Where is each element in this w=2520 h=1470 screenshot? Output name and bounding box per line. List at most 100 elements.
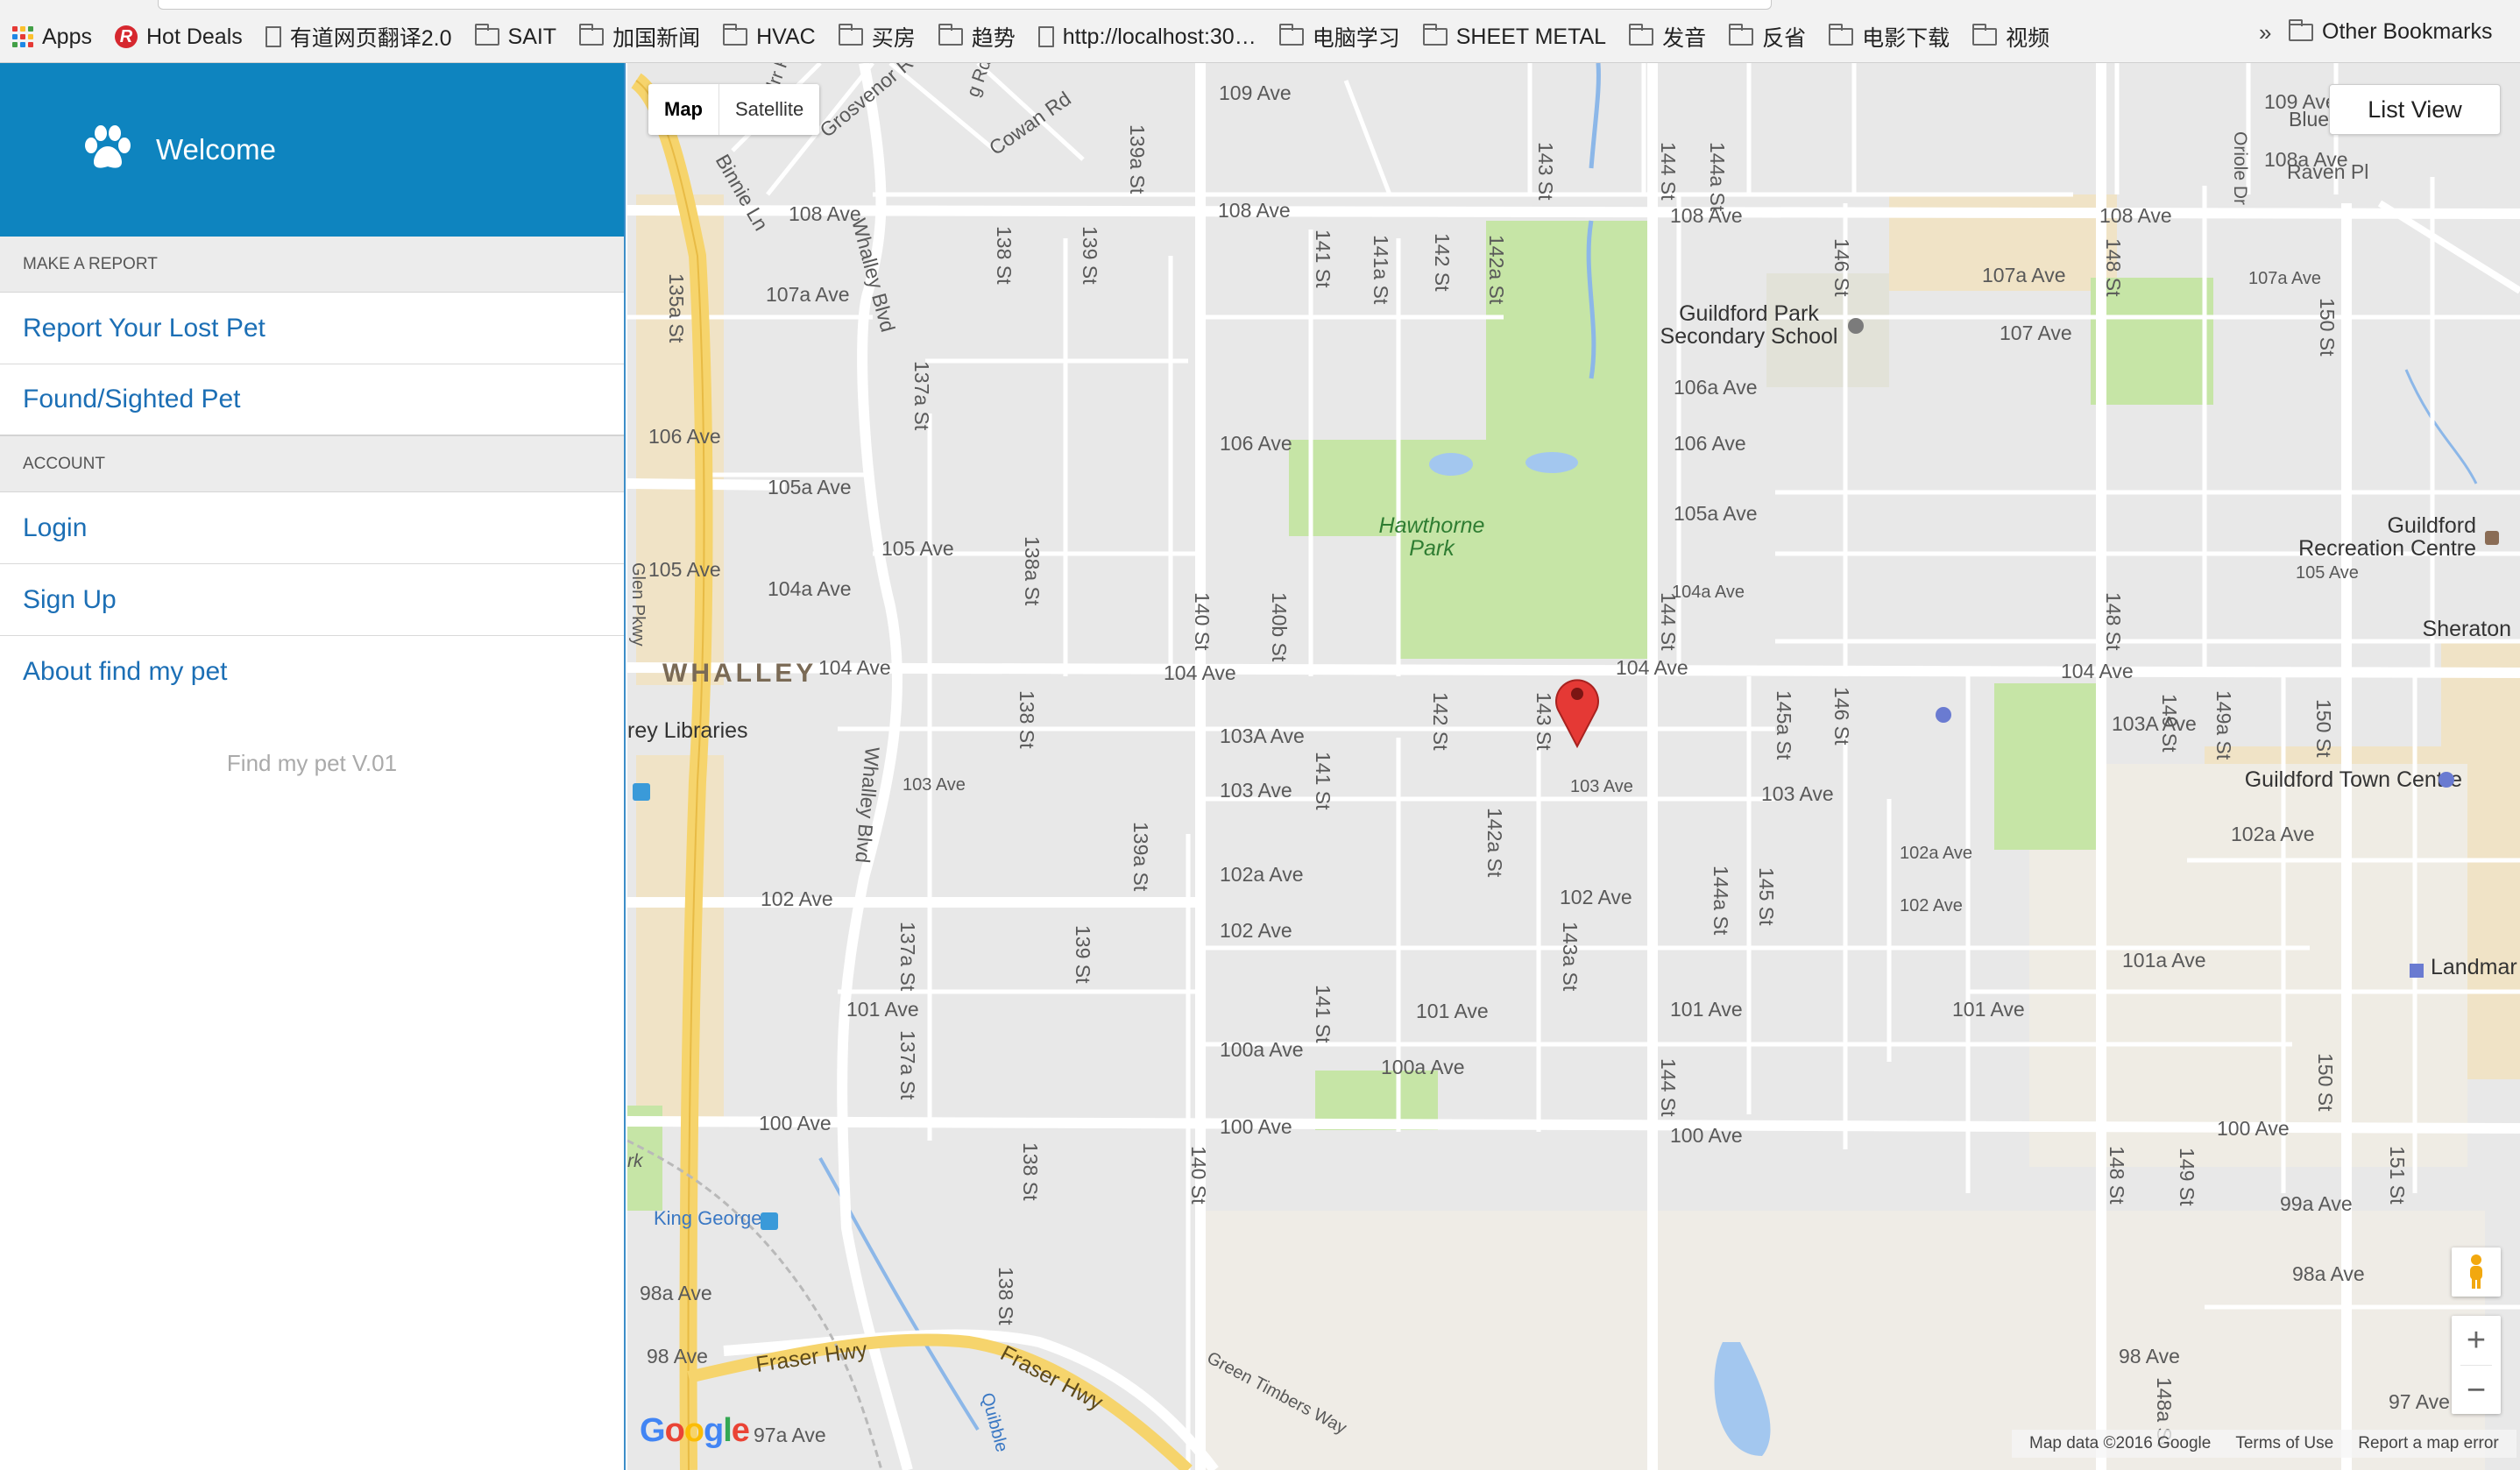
bookmark-apps[interactable]: Apps <box>12 25 92 50</box>
svg-text:100a Ave: 100a Ave <box>1220 1038 1304 1061</box>
svg-text:107 Ave: 107 Ave <box>2000 322 2072 344</box>
svg-text:141 St: 141 St <box>1312 985 1334 1043</box>
svg-text:143 St: 143 St <box>1533 692 1555 751</box>
svg-text:98a Ave: 98a Ave <box>2292 1262 2365 1285</box>
folder-icon <box>1829 24 1854 46</box>
bookmark-folder-video[interactable]: 视频 <box>1972 21 2049 53</box>
svg-text:Hawthorne: Hawthorne <box>1379 513 1485 538</box>
bookmark-hot-deals[interactable]: R Hot Deals <box>114 25 243 50</box>
svg-text:135a St: 135a St <box>665 273 688 343</box>
svg-text:141 St: 141 St <box>1312 752 1334 810</box>
bookmark-label: Apps <box>42 24 92 49</box>
svg-text:140 St: 140 St <box>1191 592 1214 651</box>
bookmark-youdao[interactable]: 有道网页翻译2.0 <box>265 21 452 53</box>
section-make-a-report: MAKE A REPORT <box>0 237 624 293</box>
svg-text:140 St: 140 St <box>1187 1146 1210 1205</box>
menu-found-sighted-pet[interactable]: Found/Sighted Pet <box>0 364 624 436</box>
svg-text:98 Ave: 98 Ave <box>647 1345 708 1368</box>
other-bookmarks-label: Other Bookmarks <box>2322 19 2493 44</box>
svg-text:148 St: 148 St <box>2102 592 2125 651</box>
zoom-in-button[interactable]: + <box>2452 1316 2501 1365</box>
svg-text:103 Ave: 103 Ave <box>1220 779 1292 802</box>
svg-text:105a Ave: 105a Ave <box>1674 502 1758 525</box>
menu-about[interactable]: About find my pet <box>0 636 624 708</box>
svg-text:103 Ave: 103 Ave <box>1570 777 1633 796</box>
svg-text:144 St: 144 St <box>1657 592 1680 651</box>
svg-text:142 St: 142 St <box>1431 233 1454 292</box>
bookmark-folder-pronounce[interactable]: 发音 <box>1629 21 1706 53</box>
bookmark-folder-trends[interactable]: 趋势 <box>938 21 1016 53</box>
bookmark-label: SAIT <box>507 24 557 49</box>
svg-text:Sheraton: Sheraton <box>2423 617 2511 641</box>
folder-icon <box>1278 24 1304 46</box>
svg-text:144a St: 144a St <box>1706 142 1729 212</box>
logo-letter: l <box>723 1412 733 1449</box>
recreation-icon <box>2485 531 2499 545</box>
menu-sign-up[interactable]: Sign Up <box>0 564 624 636</box>
terms-of-use-link[interactable]: Terms of Use <box>2235 1434 2333 1453</box>
report-map-error-link[interactable]: Report a map error <box>2358 1434 2499 1453</box>
bookmark-folder-computer[interactable]: 电脑学习 <box>1278 21 1400 53</box>
section-account: ACCOUNT <box>0 436 624 492</box>
svg-text:139 St: 139 St <box>1079 226 1101 285</box>
map-type-satellite-button[interactable]: Satellite <box>719 84 819 135</box>
folder-icon <box>1729 24 1754 46</box>
bookmark-folder-movies[interactable]: 电影下载 <box>1829 21 1950 53</box>
commercial-area <box>636 755 724 1123</box>
shopping-mall-icon <box>2439 772 2454 788</box>
svg-text:Park: Park <box>1409 536 1455 561</box>
svg-text:102a Ave: 102a Ave <box>1900 844 1972 863</box>
svg-text:104a Ave: 104a Ave <box>1672 583 1745 602</box>
svg-text:108 Ave: 108 Ave <box>1218 199 1291 222</box>
svg-text:101a Ave: 101a Ave <box>2122 949 2206 972</box>
list-view-button[interactable]: List View <box>2329 84 2501 135</box>
sidebar: Welcome MAKE A REPORT Report Your Lost P… <box>0 63 626 1470</box>
bookmark-folder-sheet-metal[interactable]: SHEET METAL <box>1422 24 1606 50</box>
svg-text:101 Ave: 101 Ave <box>1416 1000 1489 1022</box>
other-bookmarks[interactable]: Other Bookmarks <box>2289 18 2493 45</box>
svg-text:146 St: 146 St <box>1830 687 1853 746</box>
google-logo[interactable]: Google <box>640 1412 750 1450</box>
svg-text:150 St: 150 St <box>2316 298 2339 357</box>
svg-text:98 Ave: 98 Ave <box>2119 1345 2180 1368</box>
address-bar[interactable] <box>158 0 1772 10</box>
menu-login[interactable]: Login <box>0 492 624 564</box>
svg-text:Secondary School: Secondary School <box>1660 324 1838 349</box>
bookmark-folder-hvac[interactable]: HVAC <box>723 24 816 50</box>
svg-text:Raven Pl: Raven Pl <box>2287 160 2368 183</box>
bookmark-folder-sait[interactable]: SAIT <box>474 24 557 50</box>
svg-text:144 St: 144 St <box>1657 1058 1680 1117</box>
svg-text:145a St: 145a St <box>1773 690 1795 760</box>
bookmark-label: 买房 <box>871 26 916 51</box>
svg-text:140b St: 140b St <box>1268 592 1291 662</box>
street-view-pegman-icon[interactable] <box>2452 1247 2501 1297</box>
svg-text:100 Ave: 100 Ave <box>1670 1124 1743 1147</box>
bookmarks-overflow-button[interactable]: » <box>2259 19 2271 46</box>
folder-icon <box>2289 18 2313 41</box>
apps-grid-icon <box>12 26 33 47</box>
svg-text:109 Ave: 109 Ave <box>1219 81 1292 104</box>
svg-text:Recreation Centre: Recreation Centre <box>2298 536 2476 561</box>
bookmark-label: 有道网页翻译2.0 <box>289 26 452 51</box>
svg-text:139 St: 139 St <box>1072 925 1094 984</box>
menu-report-lost-pet[interactable]: Report Your Lost Pet <box>0 293 624 364</box>
svg-text:Blue: Blue <box>2289 108 2329 131</box>
bookmark-folder-reflect[interactable]: 反省 <box>1729 21 1806 53</box>
page-icon <box>1037 26 1054 47</box>
svg-text:105a Ave: 105a Ave <box>768 476 852 498</box>
bookmarks-bar: Apps R Hot Deals 有道网页翻译2.0 SAIT 加国新闻 HVA… <box>0 0 2520 63</box>
logo-letter: G <box>640 1412 666 1449</box>
zoom-out-button[interactable]: − <box>2452 1366 2501 1415</box>
svg-text:101 Ave: 101 Ave <box>846 998 919 1021</box>
map-canvas[interactable]: WHALLEY 109 Ave 109 Ave 108a Ave 108 Ave… <box>627 63 2520 1470</box>
bookmark-label: 加国新闻 <box>612 26 701 51</box>
bookmark-folder-news[interactable]: 加国新闻 <box>579 21 700 53</box>
svg-text:149 St: 149 St <box>2176 1148 2198 1206</box>
bookmark-folder-house[interactable]: 买房 <box>838 21 916 53</box>
bookmark-localhost[interactable]: http://localhost:30… <box>1037 25 1256 50</box>
svg-text:102a Ave: 102a Ave <box>2231 823 2315 845</box>
svg-text:rk: rk <box>627 1151 644 1171</box>
map-type-map-button[interactable]: Map <box>648 84 718 135</box>
folder-icon <box>723 24 748 46</box>
svg-text:143a St: 143a St <box>1559 922 1582 992</box>
